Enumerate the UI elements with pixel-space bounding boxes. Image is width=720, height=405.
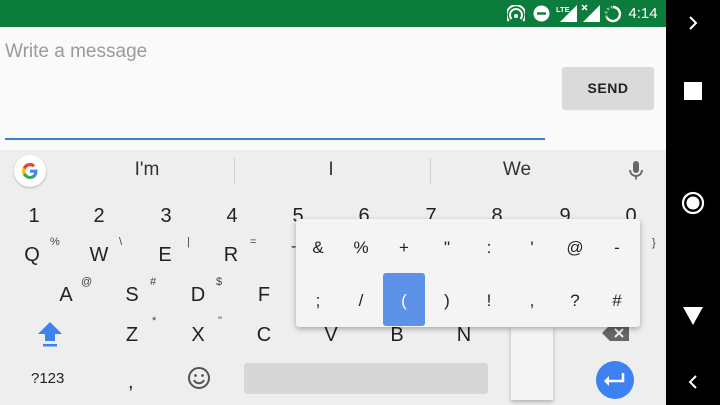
chevron-right-icon[interactable] bbox=[683, 13, 703, 33]
recents-square-icon[interactable] bbox=[683, 81, 703, 101]
key-4[interactable]: 4 bbox=[219, 205, 245, 228]
lte-signal-icon: LTE bbox=[555, 4, 579, 23]
suggestion-2[interactable]: I bbox=[254, 159, 408, 181]
key-s[interactable]: S bbox=[119, 284, 145, 307]
emoji-icon[interactable] bbox=[187, 366, 211, 390]
message-input-underline bbox=[5, 138, 545, 140]
send-button[interactable]: SEND bbox=[562, 67, 654, 109]
enter-arrow-icon bbox=[604, 373, 625, 386]
hint-equals: = bbox=[250, 236, 257, 248]
hint-at: @ bbox=[81, 276, 93, 288]
key-3[interactable]: 3 bbox=[153, 205, 179, 228]
popup-key-apostrophe[interactable]: ' bbox=[511, 238, 553, 258]
lte-label: LTE bbox=[556, 5, 570, 14]
key-e[interactable]: E bbox=[152, 244, 178, 267]
popup-key-comma[interactable]: , bbox=[511, 291, 553, 311]
hint-hash: # bbox=[150, 276, 157, 288]
hint-asterisk: * bbox=[152, 315, 157, 327]
suggestion-3[interactable]: We bbox=[440, 159, 594, 181]
suggestion-divider bbox=[234, 158, 235, 184]
key-2[interactable]: 2 bbox=[86, 205, 112, 228]
suggestion-divider bbox=[430, 158, 431, 184]
popup-key-colon[interactable]: : bbox=[468, 238, 510, 258]
hint-brace: } bbox=[652, 237, 656, 249]
key-b[interactable]: B bbox=[384, 324, 410, 347]
navigation-bar bbox=[666, 0, 720, 405]
status-bar: LTE 4:14 bbox=[0, 0, 666, 27]
suggestion-1[interactable]: I'm bbox=[70, 159, 224, 181]
message-input[interactable] bbox=[5, 41, 540, 63]
popup-key-semicolon[interactable]: ; bbox=[297, 291, 339, 311]
microphone-icon[interactable] bbox=[626, 160, 646, 182]
hint-dollar: $ bbox=[216, 276, 223, 288]
key-d[interactable]: D bbox=[185, 284, 211, 307]
popup-key-plus[interactable]: + bbox=[383, 238, 425, 258]
home-circle-icon[interactable] bbox=[681, 191, 705, 215]
key-r[interactable]: R bbox=[218, 244, 244, 267]
shift-icon[interactable] bbox=[35, 319, 65, 349]
key-q[interactable]: Q bbox=[19, 244, 45, 267]
battery-icon bbox=[603, 4, 623, 23]
back-triangle-icon[interactable] bbox=[682, 305, 704, 327]
key-a[interactable]: A bbox=[53, 284, 79, 307]
suggestion-strip: I'm I We bbox=[0, 150, 666, 192]
popup-key-ampersand[interactable]: & bbox=[297, 238, 339, 258]
popup-key-double-quote[interactable]: " bbox=[426, 238, 468, 258]
hint-backslash: \ bbox=[119, 236, 123, 248]
popup-key-question[interactable]: ? bbox=[554, 291, 596, 311]
popup-key-dash[interactable]: - bbox=[596, 238, 638, 258]
popup-key-slash[interactable]: / bbox=[340, 291, 382, 311]
google-g-icon[interactable] bbox=[14, 155, 46, 187]
no-signal-icon bbox=[580, 4, 602, 23]
chevron-left-icon[interactable] bbox=[683, 372, 703, 392]
popup-key-hash[interactable]: # bbox=[596, 291, 638, 311]
key-n[interactable]: N bbox=[451, 324, 477, 347]
message-compose-area: SEND bbox=[0, 27, 666, 150]
key-popup-stem bbox=[511, 326, 553, 400]
symbols-key[interactable]: ?123 bbox=[31, 370, 64, 387]
popup-left-fragment: - bbox=[291, 238, 297, 255]
key-c[interactable]: C bbox=[251, 324, 277, 347]
key-v[interactable]: V bbox=[318, 324, 344, 347]
key-z[interactable]: Z bbox=[119, 324, 145, 347]
hint-pipe: | bbox=[187, 236, 190, 248]
enter-button[interactable] bbox=[596, 361, 634, 399]
popup-key-exclamation[interactable]: ! bbox=[468, 291, 510, 311]
do-not-disturb-icon bbox=[531, 4, 551, 23]
popup-key-at[interactable]: @ bbox=[554, 238, 596, 258]
popup-key-close-paren[interactable]: ) bbox=[426, 291, 468, 311]
key-x[interactable]: X bbox=[185, 324, 211, 347]
key-f[interactable]: F bbox=[251, 284, 277, 307]
status-time: 4:14 bbox=[628, 5, 658, 22]
popup-key-percent[interactable]: % bbox=[340, 238, 382, 258]
popup-key-open-paren[interactable]: ( bbox=[383, 291, 425, 311]
comma-key[interactable]: , bbox=[128, 371, 134, 394]
hint-percent: % bbox=[50, 236, 60, 248]
space-bar[interactable] bbox=[244, 363, 488, 394]
hint-quote: " bbox=[218, 315, 222, 327]
hotspot-icon bbox=[506, 4, 526, 23]
key-w[interactable]: W bbox=[86, 244, 112, 267]
key-1[interactable]: 1 bbox=[21, 205, 47, 228]
